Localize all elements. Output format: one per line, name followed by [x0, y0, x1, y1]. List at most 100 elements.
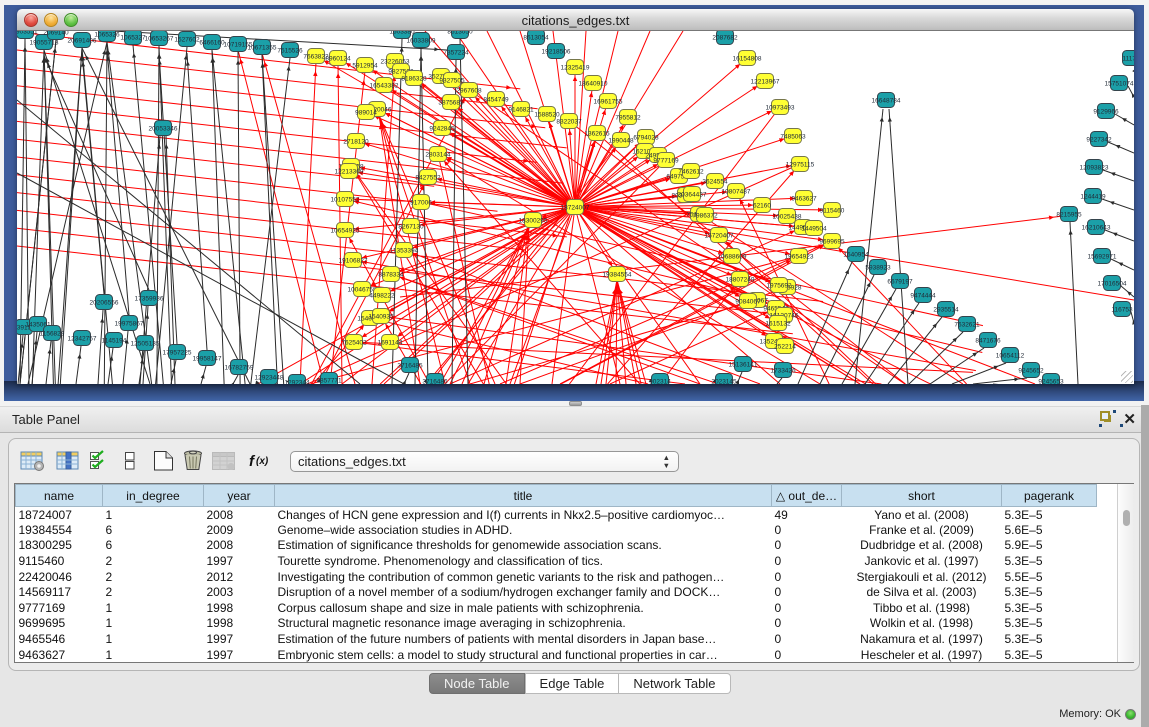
svg-text:8322037: 8322037	[556, 118, 582, 125]
svg-text:16033809: 16033809	[407, 37, 436, 44]
svg-text:8613054: 8613054	[523, 34, 549, 41]
svg-text:10671355: 10671355	[248, 44, 277, 51]
svg-text:7955812: 7955812	[615, 114, 641, 121]
svg-text:8471676: 8471676	[975, 337, 1001, 344]
svg-text:8267130: 8267130	[398, 223, 424, 230]
svg-text:12325419: 12325419	[561, 64, 590, 71]
svg-text:2023145: 2023145	[711, 378, 737, 384]
svg-text:1145194: 1145194	[102, 337, 127, 344]
svg-text:12975115: 12975115	[786, 161, 815, 168]
svg-text:10653267: 10653267	[145, 35, 174, 42]
svg-text:12213369: 12213369	[335, 168, 364, 175]
svg-text:9245653: 9245653	[1038, 378, 1064, 384]
svg-text:16154808: 16154808	[733, 55, 762, 62]
svg-text:16782759: 16782759	[225, 364, 254, 371]
svg-text:20364437: 20364437	[678, 191, 707, 198]
svg-text:6794028: 6794028	[633, 134, 659, 141]
svg-text:8215955: 8215955	[1056, 211, 1082, 218]
svg-text:5938923: 5938923	[865, 264, 891, 271]
svg-text:9115460: 9115460	[820, 207, 845, 214]
svg-text:5912954: 5912954	[352, 62, 378, 69]
svg-text:3716486: 3716486	[422, 378, 448, 384]
svg-text:1975692: 1975692	[766, 282, 792, 289]
svg-text:3875685: 3875685	[438, 99, 464, 106]
svg-text:16543382: 16543382	[370, 82, 399, 89]
svg-text:1065326: 1065326	[94, 31, 120, 38]
svg-text:2803144: 2803144	[425, 151, 451, 158]
svg-text:19055713: 19055713	[30, 39, 59, 46]
svg-text:9227342: 9227342	[1086, 136, 1112, 143]
svg-text:19654923: 19654923	[785, 253, 814, 260]
svg-text:8878334: 8878334	[378, 271, 404, 278]
svg-text:8960124: 8960124	[325, 55, 351, 62]
svg-text:18807249: 18807249	[726, 276, 755, 283]
svg-text:12093823: 12093823	[1080, 164, 1109, 171]
svg-text:9242845: 9242845	[429, 125, 455, 132]
svg-text:9084067: 9084067	[735, 298, 761, 305]
svg-text:1362615: 1362615	[584, 130, 610, 137]
svg-text:2087682: 2087682	[712, 34, 738, 41]
svg-text:16210643: 16210643	[1082, 224, 1111, 231]
svg-text:8427552: 8427552	[415, 174, 441, 181]
svg-text:19218506: 19218506	[542, 48, 571, 55]
svg-text:8186328: 8186328	[401, 75, 427, 82]
svg-text:9146821: 9146821	[508, 106, 534, 113]
svg-text:4498222: 4498222	[369, 292, 395, 299]
svg-text:9129966: 9129966	[1093, 108, 1119, 115]
svg-text:116753: 116753	[1111, 306, 1133, 313]
svg-text:19958147: 19958147	[193, 355, 222, 362]
svg-text:2718120: 2718120	[343, 138, 369, 145]
svg-text:15751074: 15751074	[1105, 80, 1134, 87]
svg-text:3624554: 3624554	[702, 178, 728, 185]
svg-text:62160: 62160	[753, 202, 771, 209]
svg-text:7986372: 7986372	[692, 212, 718, 219]
svg-text:1449504: 1449504	[801, 225, 827, 232]
svg-text:9463627: 9463627	[791, 195, 817, 202]
svg-text:12923448: 12923448	[255, 374, 284, 381]
svg-text:11353394: 11353394	[390, 247, 419, 254]
svg-text:12342757: 12342757	[68, 335, 97, 342]
svg-text:16961755: 16961755	[594, 98, 623, 105]
svg-text:3716485: 3716485	[397, 362, 423, 369]
svg-text:1691144: 1691144	[378, 339, 403, 346]
svg-text:1603380: 1603380	[389, 31, 415, 35]
svg-text:17016504: 17016504	[1098, 280, 1127, 287]
svg-text:1540935: 1540935	[368, 313, 394, 320]
svg-text:17957225: 17957225	[163, 349, 192, 356]
svg-text:9327505: 9327505	[439, 77, 465, 84]
svg-text:1990448: 1990448	[608, 137, 634, 144]
svg-text:10973493: 10973493	[766, 104, 795, 111]
svg-text:1065327: 1065327	[120, 34, 146, 41]
svg-text:9777169: 9777169	[653, 157, 679, 164]
svg-text:f: f	[249, 453, 256, 470]
svg-text:10688609: 10688609	[718, 253, 747, 260]
svg-text:9699695: 9699695	[819, 238, 845, 245]
svg-text:7632621: 7632621	[954, 321, 980, 328]
svg-text:1292344: 1292344	[284, 379, 310, 384]
svg-text:8613050: 8613050	[447, 31, 473, 35]
svg-text:11173: 11173	[1122, 55, 1134, 62]
svg-text:902314: 902314	[649, 378, 671, 384]
svg-text:1903551: 1903551	[17, 31, 38, 35]
svg-text:7357224: 7357224	[443, 49, 469, 56]
svg-text:20053346: 20053346	[149, 125, 178, 132]
svg-text:1733426: 1733426	[770, 367, 796, 374]
svg-text:15136141: 15136141	[729, 361, 758, 368]
svg-text:6466160: 6466160	[199, 39, 225, 46]
svg-text:15720407: 15720407	[705, 232, 734, 239]
svg-text:12505135: 12505135	[131, 340, 160, 347]
svg-text:15692971: 15692971	[1088, 253, 1117, 260]
svg-text:1527602: 1527602	[174, 36, 200, 43]
svg-text:7515526: 7515526	[277, 47, 303, 54]
svg-text:18300295: 18300295	[519, 217, 548, 224]
svg-text:16648784: 16648784	[872, 97, 901, 104]
svg-text:10654112: 10654112	[996, 352, 1025, 359]
svg-text:12213967: 12213967	[751, 78, 780, 85]
svg-text:989014: 989014	[355, 109, 377, 116]
svg-text:7485063: 7485063	[780, 133, 806, 140]
svg-text:2967608: 2967608	[456, 87, 482, 94]
svg-text:19106827: 19106827	[339, 257, 368, 264]
svg-text:20206556: 20206556	[90, 299, 119, 306]
svg-text:10107552: 10107552	[331, 196, 360, 203]
svg-text:10654925: 10654925	[331, 227, 360, 234]
